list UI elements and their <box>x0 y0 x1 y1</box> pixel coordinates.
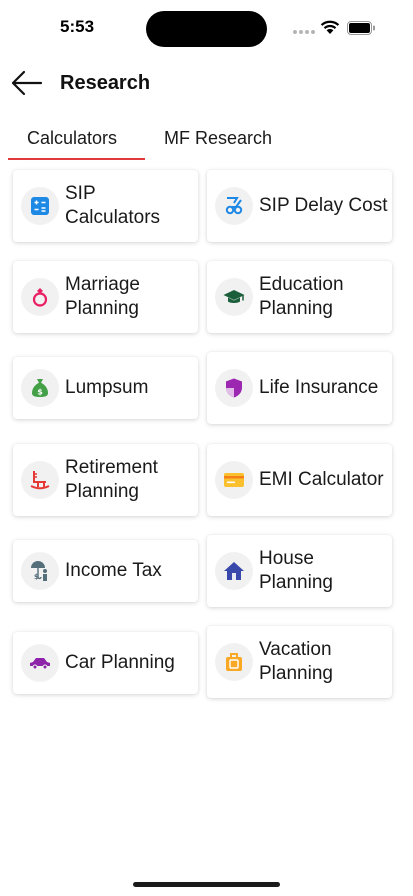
card-label: Life Insurance <box>259 377 379 398</box>
card-label: House Planning <box>259 548 333 593</box>
calculator-card-education-planning[interactable]: Education Planning <box>207 261 392 333</box>
wifi-icon <box>320 20 340 34</box>
tab-bar: Calculators MF Research <box>0 120 413 162</box>
calculator-card-retirement-planning[interactable]: Retirement Planning <box>13 444 198 516</box>
status-bar: 5:53 <box>0 0 413 54</box>
calculator-card-sip-calculators[interactable]: SIP Calculators <box>13 170 198 242</box>
app-header: Research <box>0 60 413 106</box>
card-label: SIP Calculators <box>65 183 161 228</box>
calculator-card-lumpsum[interactable]: $ Lumpsum <box>13 357 198 419</box>
ring-icon <box>21 278 59 316</box>
rocking-chair-icon <box>21 461 59 499</box>
active-tab-indicator <box>8 158 145 160</box>
battery-icon <box>347 21 375 35</box>
card-label: Car Planning <box>65 652 175 673</box>
person-umbrella-icon: $ <box>21 552 59 590</box>
shield-icon <box>215 369 253 407</box>
calculator-icon <box>21 187 59 225</box>
calculator-card-emi-calculator[interactable]: EMI Calculator <box>207 444 392 516</box>
cellular-signal-icon <box>293 30 315 34</box>
calculator-card-vacation-planning[interactable]: Vacation Planning <box>207 626 392 698</box>
house-icon <box>215 552 253 590</box>
home-indicator[interactable] <box>133 882 280 887</box>
calculator-card-income-tax[interactable]: $ Income Tax <box>13 540 198 602</box>
card-label: EMI Calculator <box>259 469 384 490</box>
suitcase-icon <box>215 643 253 681</box>
calculator-card-sip-delay-cost[interactable]: SIP Delay Cost <box>207 170 392 242</box>
card-label: Retirement Planning <box>65 457 158 502</box>
card-label: SIP Delay Cost <box>259 195 388 216</box>
graduation-cap-icon <box>215 278 253 316</box>
card-label: Income Tax <box>65 560 162 581</box>
page-title: Research <box>60 72 151 94</box>
card-label: Marriage Planning <box>65 274 140 319</box>
calculator-card-life-insurance[interactable]: Life Insurance <box>207 352 392 424</box>
calculator-card-house-planning[interactable]: House Planning <box>207 535 392 607</box>
card-icon <box>215 461 253 499</box>
dynamic-island <box>146 11 267 47</box>
car-icon <box>21 644 59 682</box>
tab-mf-research[interactable]: MF Research <box>164 128 272 149</box>
tab-calculators[interactable]: Calculators <box>27 128 117 149</box>
card-label: Education Planning <box>259 274 344 319</box>
calculator-card-marriage-planning[interactable]: Marriage Planning <box>13 261 198 333</box>
back-arrow-icon[interactable] <box>10 68 44 98</box>
calculator-card-car-planning[interactable]: Car Planning <box>13 632 198 694</box>
sip-delay-icon <box>215 187 253 225</box>
card-label: Vacation Planning <box>259 639 333 684</box>
svg-text:$: $ <box>34 573 39 581</box>
svg-text:$: $ <box>37 388 43 397</box>
card-label: Lumpsum <box>65 377 149 398</box>
status-time: 5:53 <box>60 17 95 36</box>
money-bag-icon: $ <box>21 369 59 407</box>
